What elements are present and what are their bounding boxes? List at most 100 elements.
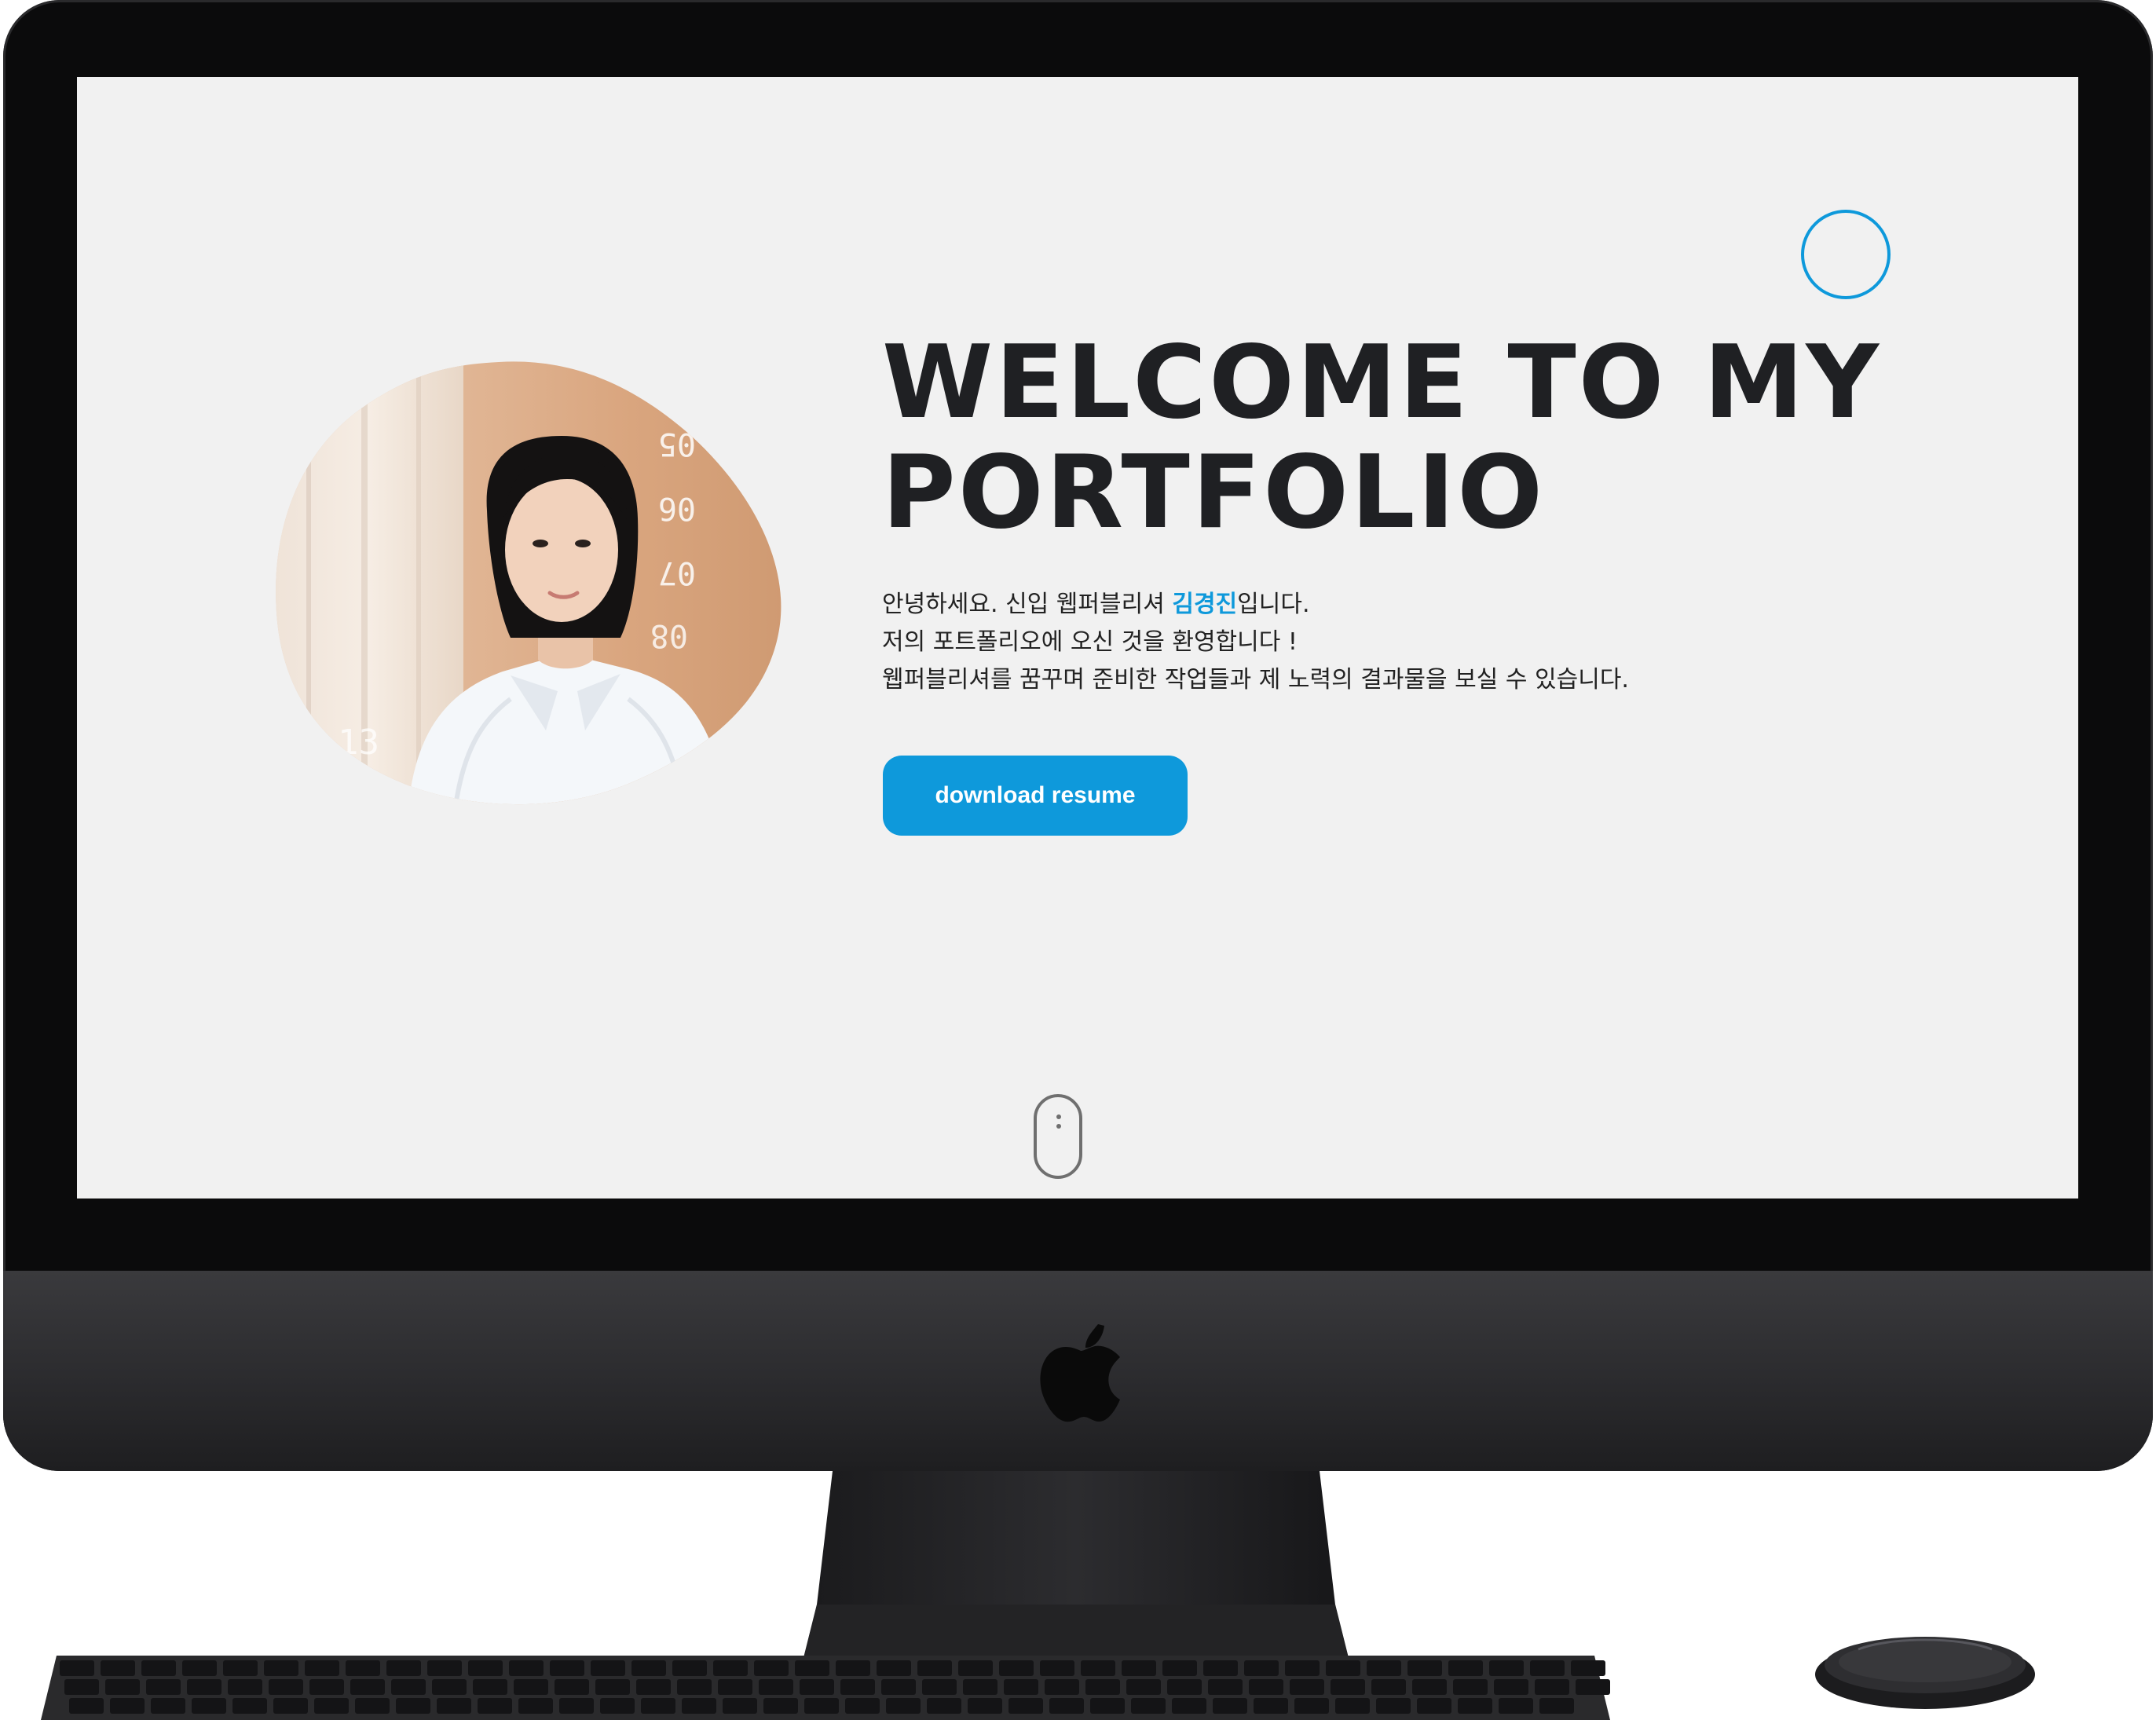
keyboard-key: [1126, 1679, 1161, 1695]
keyboard-key: [595, 1679, 630, 1695]
magic-mouse: [1815, 1637, 2035, 1709]
keyboard-key: [468, 1660, 503, 1676]
keyboard-key: [187, 1679, 221, 1695]
profile-photo: 05 06 07 08 13: [276, 361, 782, 805]
keyboard-key: [1008, 1698, 1043, 1714]
keyboard-key: [631, 1660, 666, 1676]
keyboard-key: [192, 1698, 226, 1714]
keyboard-key: [840, 1679, 875, 1695]
keyboard-key: [1213, 1698, 1247, 1714]
keyboard-key: [1535, 1679, 1569, 1695]
keyboard-key: [759, 1679, 793, 1695]
keyboard-key: [1254, 1698, 1288, 1714]
intro-text: 안녕하세요. 신입 웹퍼블리셔 김경진입니다. 저의 포트폴리오에 오신 것을 …: [882, 586, 1982, 699]
wall-number-13: 13: [338, 723, 379, 763]
keyboard-key: [232, 1698, 267, 1714]
download-resume-button[interactable]: download resume: [883, 756, 1188, 836]
keyboard-key: [478, 1698, 512, 1714]
keyboard-key: [881, 1679, 916, 1695]
keyboard-key: [60, 1660, 94, 1676]
imac-stand: [801, 1471, 1351, 1667]
apple-logo-icon: [1040, 1324, 1120, 1422]
keyboard-key: [141, 1660, 176, 1676]
keyboard-key: [396, 1698, 430, 1714]
keyboard-key: [1208, 1679, 1243, 1695]
keyboard-key: [1085, 1679, 1120, 1695]
keyboard-key: [763, 1698, 798, 1714]
screen: 05 06 07 08 13 WELCOME TO MY PORTFOLIO 안…: [77, 77, 2078, 1199]
keyboard-key: [69, 1698, 104, 1714]
keyboard-key: [1331, 1679, 1365, 1695]
keyboard-key: [518, 1698, 553, 1714]
keyboard-key: [795, 1660, 829, 1676]
wall-number-05: 05: [658, 426, 696, 462]
imac-mockup: 05 06 07 08 13 WELCOME TO MY PORTFOLIO 안…: [0, 0, 2156, 1720]
wall-number-08: 08: [650, 617, 688, 653]
keyboard-key: [1294, 1698, 1329, 1714]
keyboard-key: [1458, 1698, 1492, 1714]
keyboard-key: [877, 1660, 911, 1676]
keyboard-key: [1371, 1679, 1406, 1695]
keyboard-key: [386, 1660, 421, 1676]
keyboard-key: [473, 1679, 507, 1695]
keyboard-key: [804, 1698, 839, 1714]
keyboard-key: [110, 1698, 145, 1714]
keyboard-key: [1376, 1698, 1411, 1714]
headline-line-2: PORTFOLIO: [882, 434, 1545, 551]
keyboard-key: [845, 1698, 880, 1714]
keyboard-key: [754, 1660, 789, 1676]
keyboard-key: [1004, 1679, 1038, 1695]
keyboard-key: [269, 1679, 303, 1695]
keyboard-key: [1499, 1698, 1533, 1714]
intro-line-3: 웹퍼블리셔를 꿈꾸며 준비한 작업들과 제 노력의 결과물을 보실 수 있습니다…: [882, 666, 1629, 693]
keyboard-key: [514, 1679, 548, 1695]
keyboard-key: [101, 1660, 135, 1676]
keyboard-key: [1162, 1660, 1197, 1676]
keyboard-key: [1407, 1660, 1442, 1676]
keyboard-key: [309, 1679, 344, 1695]
intro-line-2: 저의 포트폴리오에 오신 것을 환영합니다 !: [882, 628, 1298, 656]
keyboard-key: [922, 1679, 957, 1695]
keyboard-key: [1131, 1698, 1166, 1714]
wall-number-06: 06: [658, 490, 696, 526]
keyboard-key: [1090, 1698, 1125, 1714]
wall-number-07: 07: [658, 554, 696, 591]
accent-ring: [1801, 210, 1891, 299]
keyboard-key: [1367, 1660, 1401, 1676]
keyboard-key: [555, 1679, 589, 1695]
keyboard-key: [641, 1698, 675, 1714]
scroll-mouse-icon[interactable]: [1034, 1094, 1082, 1179]
keyboard-key: [509, 1660, 544, 1676]
keyboard-key: [64, 1679, 99, 1695]
keyboard-key: [917, 1660, 952, 1676]
keyboard-key: [228, 1679, 262, 1695]
author-name: 김경진: [1172, 591, 1238, 618]
keyboard-key: [723, 1698, 757, 1714]
keyboard-key: [1244, 1660, 1279, 1676]
keyboard-key: [1203, 1660, 1238, 1676]
keyboard-key: [273, 1698, 308, 1714]
intro-line-1-before: 안녕하세요. 신입 웹퍼블리셔: [882, 591, 1173, 618]
keyboard-key: [355, 1698, 390, 1714]
keyboard-key: [886, 1698, 921, 1714]
keyboard-key: [182, 1660, 217, 1676]
keyboard-key: [559, 1698, 594, 1714]
keyboard-key: [350, 1679, 385, 1695]
keyboard-key: [346, 1660, 380, 1676]
keyboard-key: [437, 1698, 471, 1714]
keyboard-key: [963, 1679, 997, 1695]
keyboard-key: [105, 1679, 140, 1695]
keyboard-key: [427, 1660, 462, 1676]
keyboard-key: [1417, 1698, 1451, 1714]
keyboard-key: [968, 1698, 1002, 1714]
keyboard-key: [1167, 1679, 1202, 1695]
keyboard-key: [958, 1660, 993, 1676]
keyboard-key: [1335, 1698, 1370, 1714]
keyboard-key: [391, 1679, 426, 1695]
keyboard-key: [1448, 1660, 1483, 1676]
scroll-dot: [1056, 1124, 1061, 1129]
hero-headline: WELCOME TO MY PORTFOLIO: [882, 328, 1982, 548]
keyboard-key: [1530, 1660, 1565, 1676]
keyboard-key: [550, 1660, 584, 1676]
keyboard-key: [146, 1679, 181, 1695]
